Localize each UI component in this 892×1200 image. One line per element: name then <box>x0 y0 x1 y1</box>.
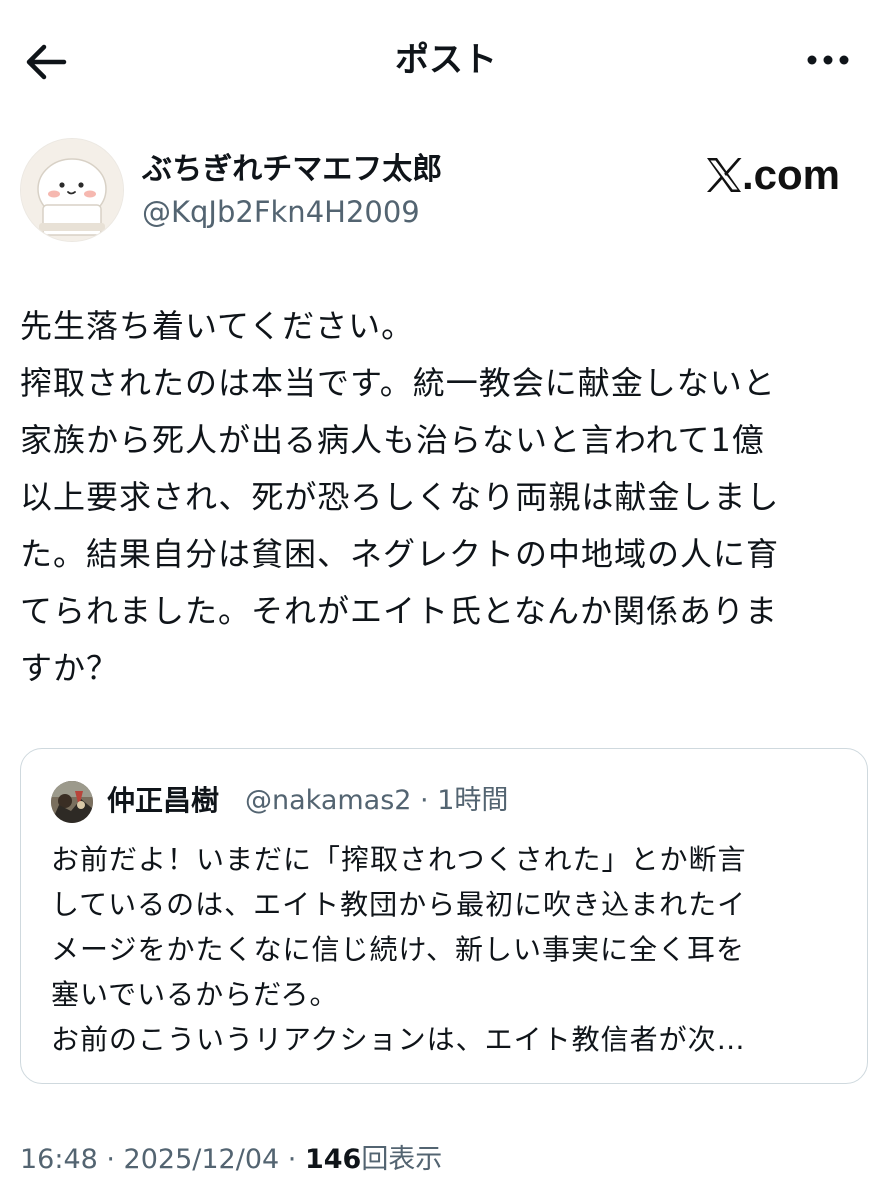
post-author: ぶちぎれチマエフ太郎 @KqJb2Fkn4H2009 .com <box>20 138 872 248</box>
post-metadata: 16:48 · 2025/12/04 · 146回表示 <box>20 1140 442 1180</box>
page-title: ポスト <box>395 40 497 80</box>
views-label: 回表示 <box>361 1144 443 1175</box>
author-handle[interactable]: @KqJb2Fkn4H2009 <box>142 192 420 232</box>
quoted-avatar <box>51 781 93 823</box>
quoted-author-name: 仲正昌樹 <box>107 784 220 817</box>
post-body: 先生落ち着いてください。 搾取されたのは本当です。統一教会に献金しないと 家族か… <box>20 307 780 687</box>
views-count: 146 <box>304 1144 362 1175</box>
quoted-post[interactable]: 仲正昌樹 @nakamas2 · 1時間 お前だよ！いまだに「搾取されつくされた… <box>20 748 868 1084</box>
quoted-handle-time: @nakamas2 · 1時間 <box>245 785 509 816</box>
x-logo-icon <box>706 158 742 192</box>
painting-avatar-icon <box>51 781 93 823</box>
more-horizontal-icon <box>807 55 849 65</box>
brand-text: .com <box>741 151 840 198</box>
timestamp: 16:48 · 2025/12/04 · <box>20 1144 305 1175</box>
more-button[interactable] <box>804 50 852 70</box>
author-display-name[interactable]: ぶちぎれチマエフ太郎 <box>142 150 442 190</box>
top-bar: ポスト <box>0 0 892 120</box>
quoted-text: お前だよ！いまだに「搾取されつくされた」とか断言 しているのは、エイト教団から最… <box>51 843 747 1056</box>
avatar[interactable] <box>20 138 124 242</box>
brand-watermark: .com <box>704 150 840 200</box>
cartoon-ghost-avatar <box>21 139 123 241</box>
